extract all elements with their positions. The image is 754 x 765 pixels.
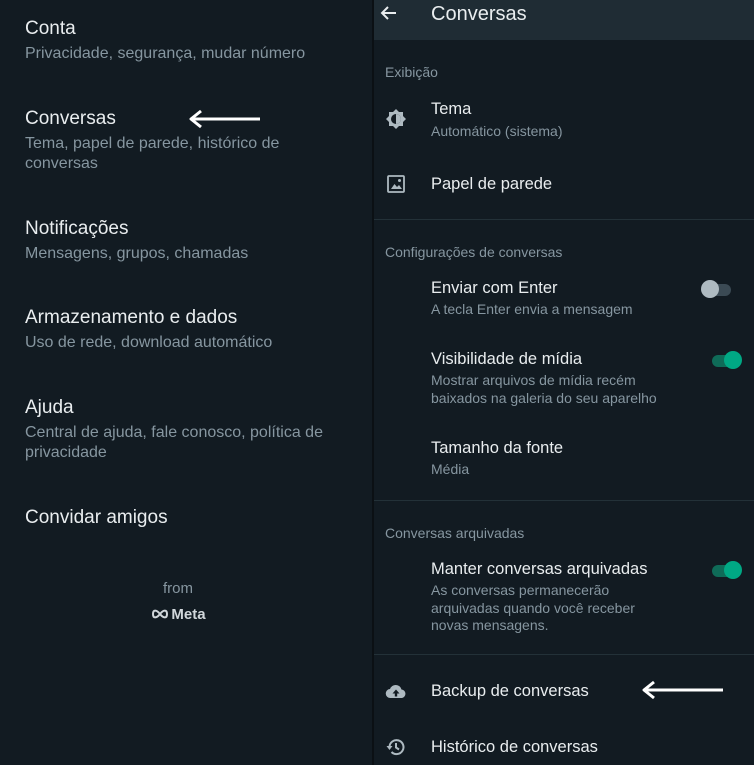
setting-title: Papel de parede bbox=[431, 175, 553, 193]
setting-title: Tamanho da fonte bbox=[431, 439, 564, 457]
meta-logo: Meta bbox=[0, 606, 356, 623]
annotation-arrow-icon bbox=[189, 109, 260, 129]
menu-item-title: Convidar amigos bbox=[25, 507, 168, 528]
setting-subtitle: As conversas permanecerão arquivadas qua… bbox=[431, 582, 635, 633]
setting-subtitle: Mostrar arquivos de mídia recém baixados… bbox=[431, 372, 657, 406]
toggle-knob bbox=[724, 351, 742, 369]
meta-infinity-icon bbox=[152, 609, 169, 619]
setting-value: Automático (sistema) bbox=[431, 123, 563, 139]
menu-item-title: Conta bbox=[25, 18, 76, 39]
menu-item-conta[interactable]: Conta Privacidade, segurança, mudar núme… bbox=[25, 18, 365, 64]
setting-title: Backup de conversas bbox=[431, 682, 589, 700]
page-title: Conversas bbox=[431, 3, 527, 25]
menu-item-subtitle: Mensagens, grupos, chamadas bbox=[25, 245, 249, 262]
settings-menu-panel: Conta Privacidade, segurança, mudar núme… bbox=[0, 0, 372, 765]
keep-archived-toggle[interactable] bbox=[710, 561, 742, 579]
section-header-archived: Conversas arquivadas bbox=[385, 525, 525, 541]
menu-item-subtitle: Central de ajuda, fale conosco, política… bbox=[25, 424, 323, 461]
toggle-knob bbox=[724, 561, 742, 579]
setting-subtitle: A tecla Enter envia a mensagem bbox=[431, 301, 633, 317]
section-header-chat-settings: Configurações de conversas bbox=[385, 244, 563, 260]
menu-item-title: Armazenamento e dados bbox=[25, 307, 238, 328]
toggle-knob bbox=[701, 280, 719, 298]
history-icon bbox=[386, 739, 405, 756]
back-arrow-icon[interactable] bbox=[380, 4, 398, 22]
menu-item-subtitle: Privacidade, segurança, mudar número bbox=[25, 45, 306, 62]
annotation-arrow-icon bbox=[642, 680, 723, 700]
menu-item-notificacoes[interactable]: Notificações Mensagens, grupos, chamadas bbox=[25, 218, 365, 264]
meta-text: Meta bbox=[171, 606, 206, 623]
wallpaper-icon bbox=[387, 175, 405, 193]
menu-item-armazenamento[interactable]: Armazenamento e dados Uso de rede, downl… bbox=[25, 307, 365, 353]
setting-title: Visibilidade de mídia bbox=[431, 350, 583, 368]
top-app-bar: Conversas bbox=[374, 0, 754, 40]
from-label: from bbox=[163, 580, 193, 597]
section-header-display: Exibição bbox=[385, 64, 438, 80]
menu-item-subtitle: Tema, papel de parede, histórico de conv… bbox=[25, 135, 280, 172]
menu-item-subtitle: Uso de rede, download automático bbox=[25, 334, 273, 351]
section-divider bbox=[374, 654, 754, 655]
section-divider bbox=[374, 500, 754, 501]
setting-title: Enviar com Enter bbox=[431, 279, 558, 297]
menu-item-title: Ajuda bbox=[25, 397, 74, 418]
menu-item-convidar-amigos[interactable]: Convidar amigos bbox=[25, 507, 365, 529]
setting-title: Histórico de conversas bbox=[431, 738, 598, 756]
conversas-settings-panel: Conversas Exibição Tema Automático (sist… bbox=[374, 0, 754, 765]
menu-item-title: Notificações bbox=[25, 218, 129, 239]
media-visibility-toggle[interactable] bbox=[710, 351, 742, 369]
setting-title: Tema bbox=[431, 100, 472, 118]
cloud-upload-icon bbox=[385, 684, 406, 699]
setting-title: Manter conversas arquivadas bbox=[431, 560, 648, 578]
enter-send-toggle[interactable] bbox=[701, 280, 733, 298]
brightness-icon bbox=[386, 109, 406, 129]
menu-item-ajuda[interactable]: Ajuda Central de ajuda, fale conosco, po… bbox=[25, 397, 365, 463]
section-divider bbox=[374, 219, 754, 220]
setting-value: Média bbox=[431, 461, 470, 477]
